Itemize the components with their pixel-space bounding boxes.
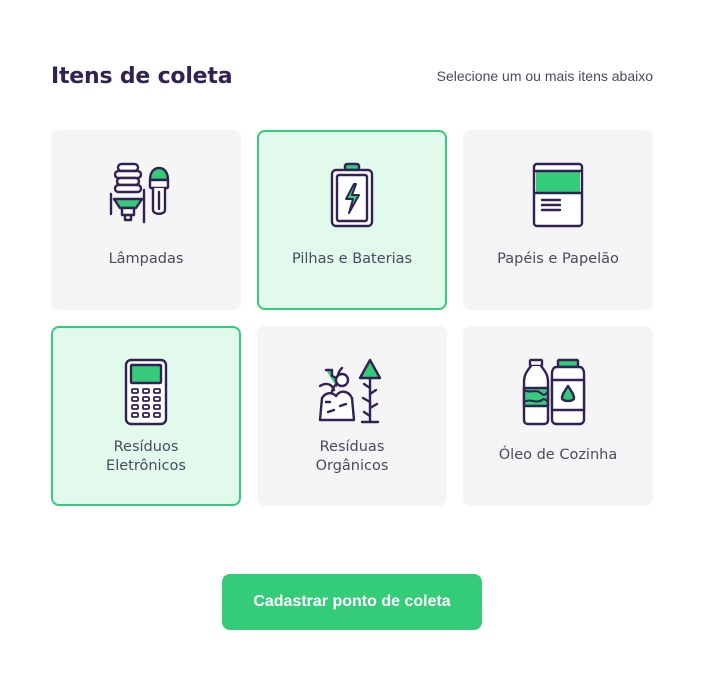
item-card-residuos-eletronicos[interactable]: Resíduos Eletrônicos: [51, 326, 241, 506]
organic-waste-icon: [312, 358, 392, 426]
item-label: Resíduas Orgânicos: [315, 439, 389, 474]
items-grid: Lâmpadas Pilhas e Baterias Papéis e Pape…: [51, 130, 653, 506]
item-card-pilhas-baterias[interactable]: Pilhas e Baterias: [257, 130, 447, 310]
item-label: Óleo de Cozinha: [498, 447, 618, 463]
cooking-oil-icon: [518, 358, 598, 426]
page-title: Itens de coleta: [51, 63, 233, 89]
item-card-lampadas[interactable]: Lâmpadas: [51, 130, 241, 310]
item-card-oleo-cozinha[interactable]: Óleo de Cozinha: [463, 326, 653, 506]
item-label: Pilhas e Baterias: [291, 251, 413, 267]
item-card-papeis-papelao[interactable]: Papéis e Papelão: [463, 130, 653, 310]
paper-icon: [518, 162, 598, 230]
electronics-icon: [106, 358, 186, 426]
section-header: Itens de coleta Selecione um ou mais ite…: [51, 58, 653, 94]
battery-icon: [312, 162, 392, 230]
lightbulbs-icon: [106, 162, 186, 230]
section-subtitle: Selecione um ou mais itens abaixo: [436, 68, 653, 84]
item-label: Lâmpadas: [108, 251, 184, 267]
item-label: Resíduos Eletrônicos: [106, 439, 186, 474]
item-card-residuos-organicos[interactable]: Resíduas Orgânicos: [257, 326, 447, 506]
register-collection-point-button[interactable]: Cadastrar ponto de coleta: [222, 574, 482, 630]
item-label: Papéis e Papelão: [497, 251, 619, 267]
